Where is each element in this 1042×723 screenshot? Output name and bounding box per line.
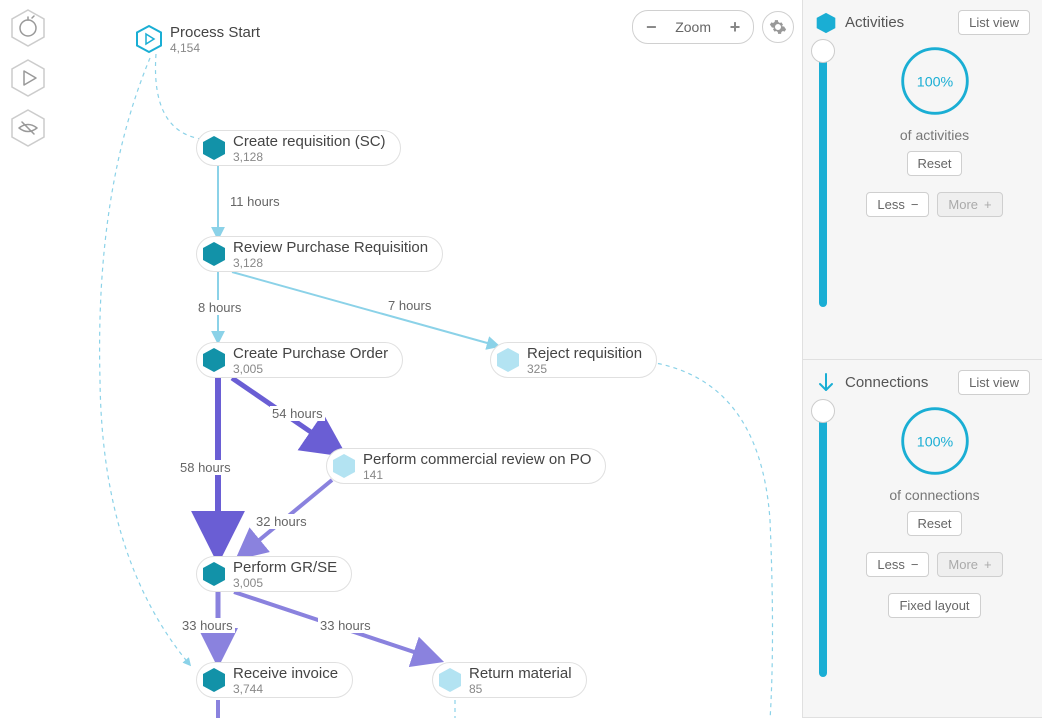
edge-label: 54 hours bbox=[270, 406, 325, 421]
activities-caption: of activities bbox=[900, 127, 969, 143]
zoom-label: Zoom bbox=[667, 19, 719, 35]
hexagon-icon bbox=[815, 12, 837, 34]
connections-less-button[interactable]: Less− bbox=[866, 552, 929, 577]
start-label: Process Start bbox=[170, 25, 260, 40]
gear-icon bbox=[769, 18, 787, 36]
activities-less-button[interactable]: Less− bbox=[866, 192, 929, 217]
tool-mode-button[interactable] bbox=[8, 8, 48, 48]
arrow-down-icon bbox=[815, 372, 837, 394]
connections-slider[interactable] bbox=[819, 407, 827, 677]
tool-play-button[interactable] bbox=[8, 58, 48, 98]
start-count: 4,154 bbox=[170, 42, 260, 54]
connections-section: Connections List view 100% of connection… bbox=[803, 360, 1042, 718]
slider-thumb[interactable] bbox=[811, 399, 835, 423]
edge-label: 11 hours bbox=[228, 194, 282, 209]
node-perform-grse[interactable]: Perform GR/SE3,005 bbox=[196, 556, 352, 592]
zoom-in-button[interactable]: + bbox=[719, 15, 751, 39]
svg-text:100%: 100% bbox=[916, 435, 953, 451]
edge-label: 32 hours bbox=[254, 514, 309, 529]
node-commercial-review[interactable]: Perform commercial review on PO141 bbox=[326, 448, 606, 484]
activities-title: Activities bbox=[845, 14, 950, 31]
slider-thumb[interactable] bbox=[811, 39, 835, 63]
zoom-bar: − Zoom + bbox=[632, 10, 794, 44]
activities-listview-button[interactable]: List view bbox=[958, 10, 1030, 35]
node-receive-invoice[interactable]: Receive invoice3,744 bbox=[196, 662, 353, 698]
connections-reset-button[interactable]: Reset bbox=[907, 511, 963, 536]
minus-icon: − bbox=[911, 197, 919, 212]
node-create-po[interactable]: Create Purchase Order3,005 bbox=[196, 342, 403, 378]
process-canvas[interactable]: Process Start 4,154 Create requisition (… bbox=[0, 0, 802, 718]
node-reject-requisition[interactable]: Reject requisition325 bbox=[490, 342, 657, 378]
zoom-control: − Zoom + bbox=[632, 10, 754, 44]
connections-caption: of connections bbox=[889, 487, 979, 503]
activities-reset-button[interactable]: Reset bbox=[907, 151, 963, 176]
activities-gauge: 100% bbox=[897, 43, 973, 119]
edge-label: 7 hours bbox=[386, 298, 433, 313]
fixed-layout-button[interactable]: Fixed layout bbox=[888, 593, 980, 618]
node-return-material[interactable]: Return material85 bbox=[432, 662, 587, 698]
node-review-requisition[interactable]: Review Purchase Requisition3,128 bbox=[196, 236, 443, 272]
edge-label: 8 hours bbox=[196, 300, 243, 315]
svg-text:100%: 100% bbox=[916, 75, 953, 91]
edge-label: 58 hours bbox=[178, 460, 233, 475]
activities-slider[interactable] bbox=[819, 47, 827, 307]
connections-title: Connections bbox=[845, 374, 950, 391]
tool-visibility-button[interactable] bbox=[8, 108, 48, 148]
node-create-requisition[interactable]: Create requisition (SC)3,128 bbox=[196, 130, 401, 166]
activities-more-button[interactable]: More+ bbox=[937, 192, 1002, 217]
process-start-node[interactable]: Process Start 4,154 bbox=[134, 24, 260, 54]
connections-more-button[interactable]: More+ bbox=[937, 552, 1002, 577]
settings-button[interactable] bbox=[762, 11, 794, 43]
left-toolbar bbox=[8, 8, 48, 148]
plus-icon: + bbox=[984, 557, 992, 572]
connections-gauge: 100% bbox=[897, 403, 973, 479]
activities-section: Activities List view 100% of activities … bbox=[803, 0, 1042, 360]
connections-listview-button[interactable]: List view bbox=[958, 370, 1030, 395]
right-panel: Activities List view 100% of activities … bbox=[802, 0, 1042, 718]
minus-icon: − bbox=[911, 557, 919, 572]
edge-label: 33 hours bbox=[318, 618, 373, 633]
plus-icon: + bbox=[984, 197, 992, 212]
edge-label: 33 hours bbox=[180, 618, 235, 633]
zoom-out-button[interactable]: − bbox=[635, 15, 667, 39]
